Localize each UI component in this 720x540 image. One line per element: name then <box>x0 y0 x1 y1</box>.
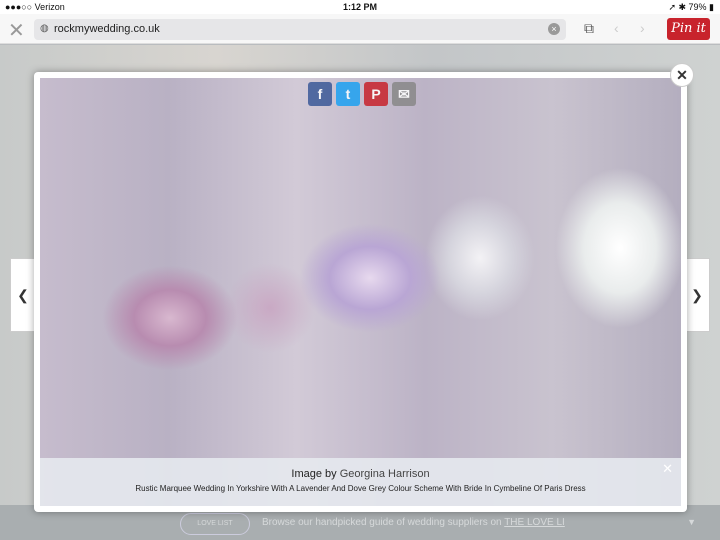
banner-text-body: Browse our handpicked guide of wedding s… <box>262 517 505 528</box>
url-field[interactable]: ◍ rockmywedding.co.uk × <box>34 19 566 40</box>
battery-percent: 79% <box>688 2 707 12</box>
twitter-icon[interactable]: t <box>336 82 360 106</box>
modal-close-button[interactable]: ✕ <box>670 63 694 87</box>
facebook-icon[interactable]: f <box>308 82 332 106</box>
banner-link[interactable]: THE LOVE LI <box>504 517 565 528</box>
bouquets-photo: f t P ✉ Image by Georgina Harrison Rusti… <box>40 78 681 506</box>
back-icon[interactable]: ‹ <box>614 20 619 36</box>
credit-prefix: Image by <box>291 468 340 480</box>
share-buttons: f t P ✉ <box>308 82 416 106</box>
love-list-logo: LOVE LIST <box>180 513 250 535</box>
image-title: Rustic Marquee Wedding In Yorkshire With… <box>135 484 586 493</box>
caption-close-icon[interactable]: ✕ <box>662 461 673 477</box>
next-image-button[interactable]: ❯ <box>684 258 710 332</box>
image-modal: f t P ✉ Image by Georgina Harrison Rusti… <box>34 72 687 512</box>
pinterest-icon[interactable]: P <box>364 82 388 106</box>
clock: 1:12 PM <box>342 2 377 12</box>
forward-icon[interactable]: › <box>640 20 645 36</box>
clear-icon[interactable]: × <box>548 23 560 35</box>
browser-toolbar: ✕ ◍ rockmywedding.co.uk × ⧉ ‹ › Pin it <box>0 14 720 44</box>
close-icon[interactable]: ✕ <box>8 18 25 43</box>
url-text: rockmywedding.co.uk <box>54 23 160 35</box>
image-credit: Image by Georgina Harrison <box>40 468 681 480</box>
open-external-icon[interactable]: ⧉ <box>584 20 594 37</box>
pin-it-button[interactable]: Pin it <box>667 18 710 40</box>
credit-author[interactable]: Georgina Harrison <box>340 468 430 480</box>
status-bar: ●●●○○ Verizon 1:12 PM ➚ ✱ 79% ▮ <box>0 0 720 14</box>
email-icon[interactable]: ✉ <box>392 82 416 106</box>
battery: ➚ ✱ 79% ▮ <box>668 2 714 12</box>
chevron-down-icon[interactable]: ▼ <box>687 517 696 527</box>
prev-image-button[interactable]: ❮ <box>10 258 36 332</box>
banner-text: Browse our handpicked guide of wedding s… <box>262 517 565 528</box>
image-caption: Image by Georgina Harrison Rustic Marque… <box>40 458 681 506</box>
globe-icon: ◍ <box>40 23 49 34</box>
